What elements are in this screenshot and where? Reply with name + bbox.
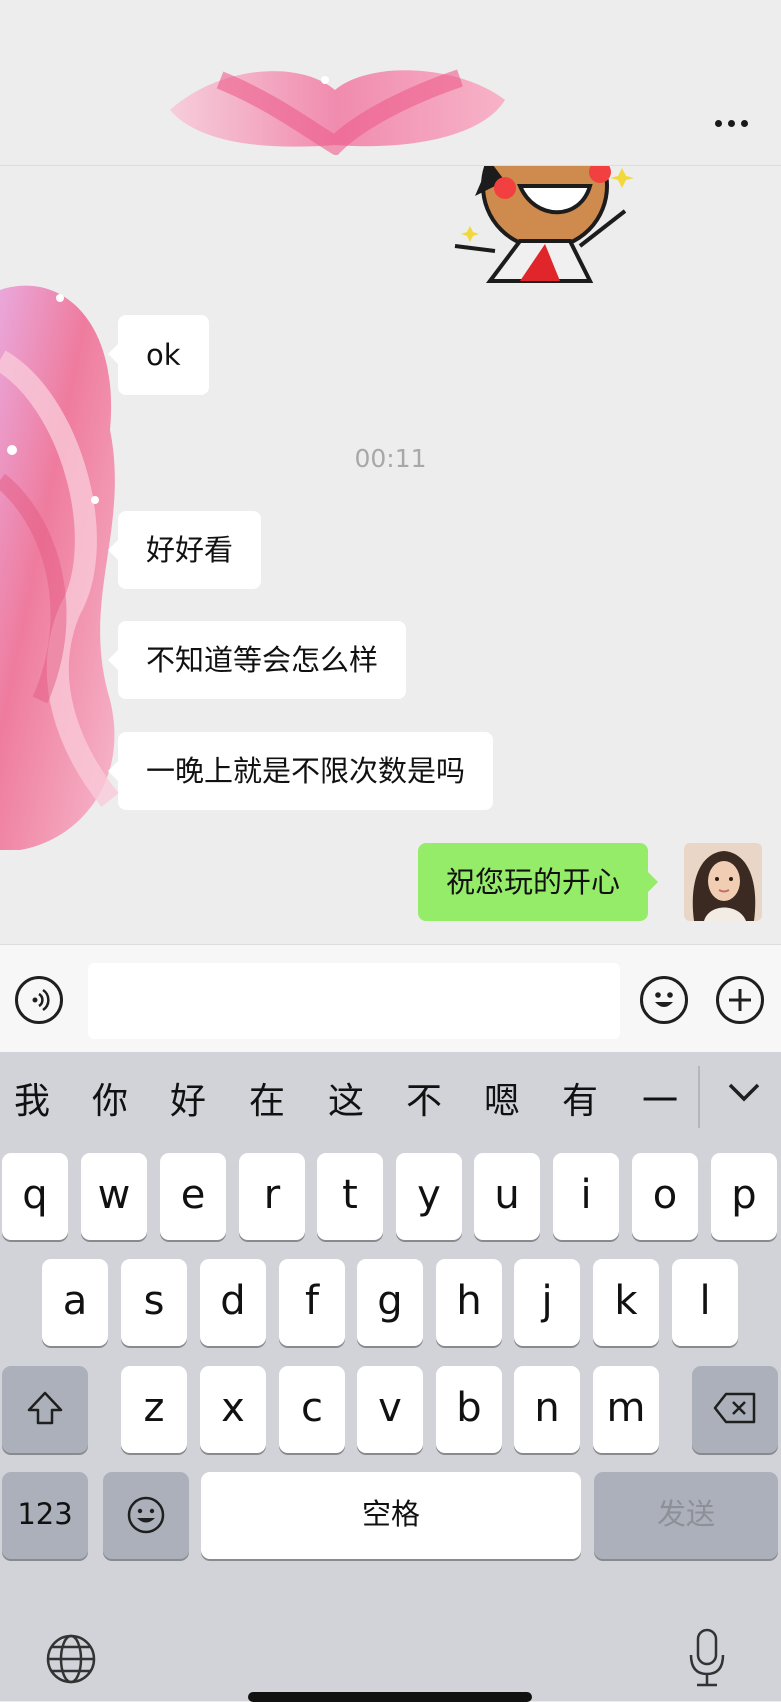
candidate-word[interactable]: 有 <box>550 1072 610 1124</box>
cartoon-boy-sticker <box>454 166 634 283</box>
chat-input-bar <box>0 944 781 1053</box>
emoji-icon[interactable] <box>640 976 688 1024</box>
ime-keyboard: 我 你 好 在 这 不 嗯 有 一 q w e r t y u i o p a … <box>0 1052 781 1702</box>
numbers-key[interactable]: 123 <box>2 1472 88 1559</box>
message-timestamp: 00:11 <box>354 444 427 473</box>
key-letter[interactable]: w <box>81 1153 147 1240</box>
key-letter[interactable]: k <box>593 1259 659 1346</box>
key-letter[interactable]: y <box>396 1153 462 1240</box>
key-letter[interactable]: s <box>121 1259 187 1346</box>
globe-icon[interactable] <box>44 1632 98 1686</box>
key-letter[interactable]: l <box>672 1259 738 1346</box>
key-letter[interactable]: q <box>2 1153 68 1240</box>
shift-icon <box>27 1391 63 1425</box>
self-avatar[interactable] <box>684 843 762 921</box>
chevron-down-icon[interactable] <box>722 1070 766 1114</box>
key-letter[interactable]: d <box>200 1259 266 1346</box>
emoji-key-icon <box>127 1496 165 1534</box>
key-letter[interactable]: n <box>514 1366 580 1453</box>
key-letter[interactable]: p <box>711 1153 777 1240</box>
candidate-bar: 我 你 好 在 这 不 嗯 有 一 <box>0 1052 781 1152</box>
key-letter[interactable]: v <box>357 1366 423 1453</box>
voice-icon[interactable] <box>15 976 63 1024</box>
key-letter[interactable]: r <box>239 1153 305 1240</box>
message-text-input[interactable] <box>88 963 620 1039</box>
candidate-word[interactable]: 你 <box>80 1072 140 1124</box>
space-key[interactable]: 空格 <box>201 1472 581 1559</box>
message-bubble-received[interactable]: ok <box>108 315 209 395</box>
candidate-word[interactable]: 在 <box>237 1072 297 1124</box>
more-dots-icon[interactable] <box>711 108 751 138</box>
candidate-word[interactable]: 这 <box>316 1072 376 1124</box>
send-key[interactable]: 发送 <box>594 1472 778 1559</box>
key-letter[interactable]: b <box>436 1366 502 1453</box>
candidate-divider <box>698 1066 700 1128</box>
candidate-word[interactable]: 好 <box>158 1072 218 1124</box>
key-letter[interactable]: c <box>279 1366 345 1453</box>
emoji-key[interactable] <box>103 1472 189 1559</box>
key-letter[interactable]: f <box>279 1259 345 1346</box>
key-letter[interactable]: z <box>121 1366 187 1453</box>
key-letter[interactable]: e <box>160 1153 226 1240</box>
key-letter[interactable]: x <box>200 1366 266 1453</box>
candidate-word[interactable]: 不 <box>394 1072 454 1124</box>
key-letter[interactable]: h <box>436 1259 502 1346</box>
backspace-key[interactable] <box>692 1366 778 1453</box>
key-letter[interactable]: g <box>357 1259 423 1346</box>
candidate-word[interactable]: 嗯 <box>472 1072 532 1124</box>
candidate-word[interactable]: 我 <box>2 1072 62 1124</box>
key-letter[interactable]: j <box>514 1259 580 1346</box>
chat-title-sticker-obscured <box>170 69 505 155</box>
backspace-icon <box>713 1392 756 1424</box>
microphone-icon[interactable] <box>687 1627 727 1689</box>
message-bubble-sent[interactable]: 祝您玩的开心 <box>418 843 659 921</box>
shift-key[interactable] <box>2 1366 88 1453</box>
key-letter[interactable]: a <box>42 1259 108 1346</box>
candidate-word[interactable]: 一 <box>630 1072 690 1124</box>
key-letter[interactable]: t <box>317 1153 383 1240</box>
key-letter[interactable]: u <box>474 1153 540 1240</box>
message-bubble-received[interactable]: 好好看 <box>107 511 262 589</box>
key-letter[interactable]: o <box>632 1153 698 1240</box>
chat-header <box>0 0 781 166</box>
key-letter[interactable]: m <box>593 1366 659 1453</box>
message-bubble-received[interactable]: 一晚上就是不限次数是吗 <box>107 732 494 810</box>
message-bubble-received[interactable]: 不知道等会怎么样 <box>107 621 407 699</box>
key-letter[interactable]: i <box>553 1153 619 1240</box>
plus-icon[interactable] <box>716 976 764 1024</box>
